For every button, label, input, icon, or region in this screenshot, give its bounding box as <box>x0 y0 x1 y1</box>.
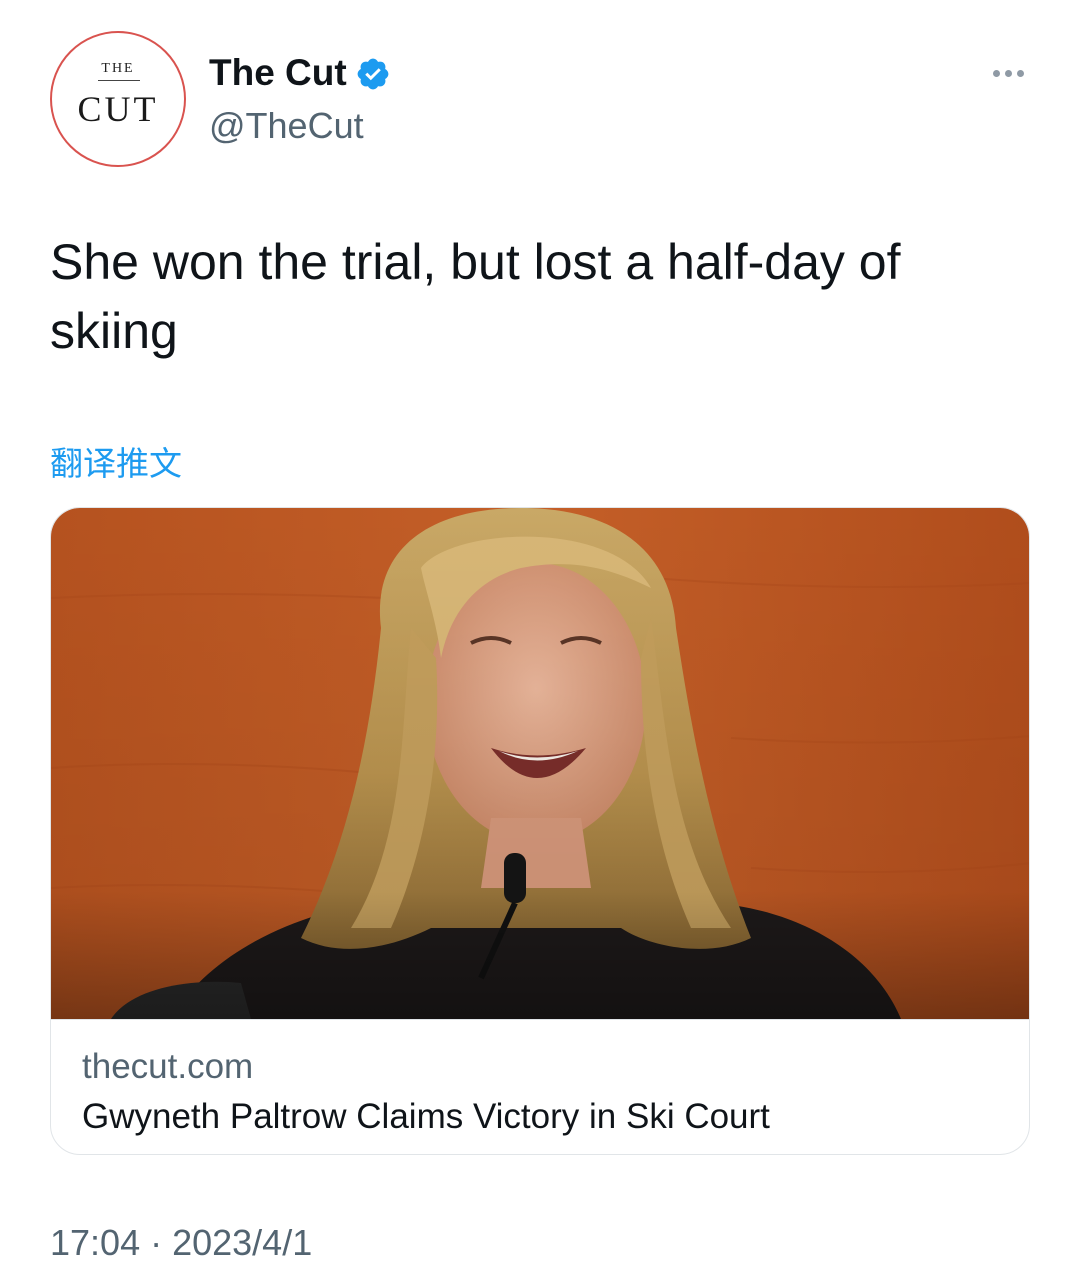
tweet-date: 2023/4/1 <box>172 1222 313 1263</box>
timestamp-separator: · <box>150 1222 163 1263</box>
link-preview-card[interactable]: thecut.com Gwyneth Paltrow Claims Victor… <box>50 507 1030 1155</box>
tweet-text: She won the trial, but lost a half-day o… <box>50 234 901 359</box>
avatar-logo-rule <box>98 80 140 81</box>
card-title[interactable]: Gwyneth Paltrow Claims Victory in Ski Co… <box>82 1097 770 1137</box>
translate-tweet-link[interactable]: 翻译推文 <box>50 437 182 485</box>
tweet-time: 17:04 <box>50 1222 141 1263</box>
avatar-logo-main: CUT <box>77 89 159 129</box>
more-options-icon[interactable] <box>980 58 1036 88</box>
card-domain: thecut.com <box>82 1047 254 1086</box>
account-handle[interactable]: @TheCut <box>209 105 364 147</box>
card-divider <box>51 1019 1029 1020</box>
tweet-timestamp[interactable]: 17:04 · 2023/4/1 <box>50 1222 312 1264</box>
avatar-logo-top: THE <box>101 61 135 76</box>
avatar[interactable]: THE CUT <box>50 31 186 167</box>
display-name-text: The Cut <box>209 52 347 93</box>
verified-badge-icon <box>355 56 391 92</box>
photo-of-smiling-woman-at-microphone-icon <box>51 508 1029 1019</box>
display-name[interactable]: The Cut <box>209 52 391 94</box>
card-image <box>51 508 1029 1019</box>
